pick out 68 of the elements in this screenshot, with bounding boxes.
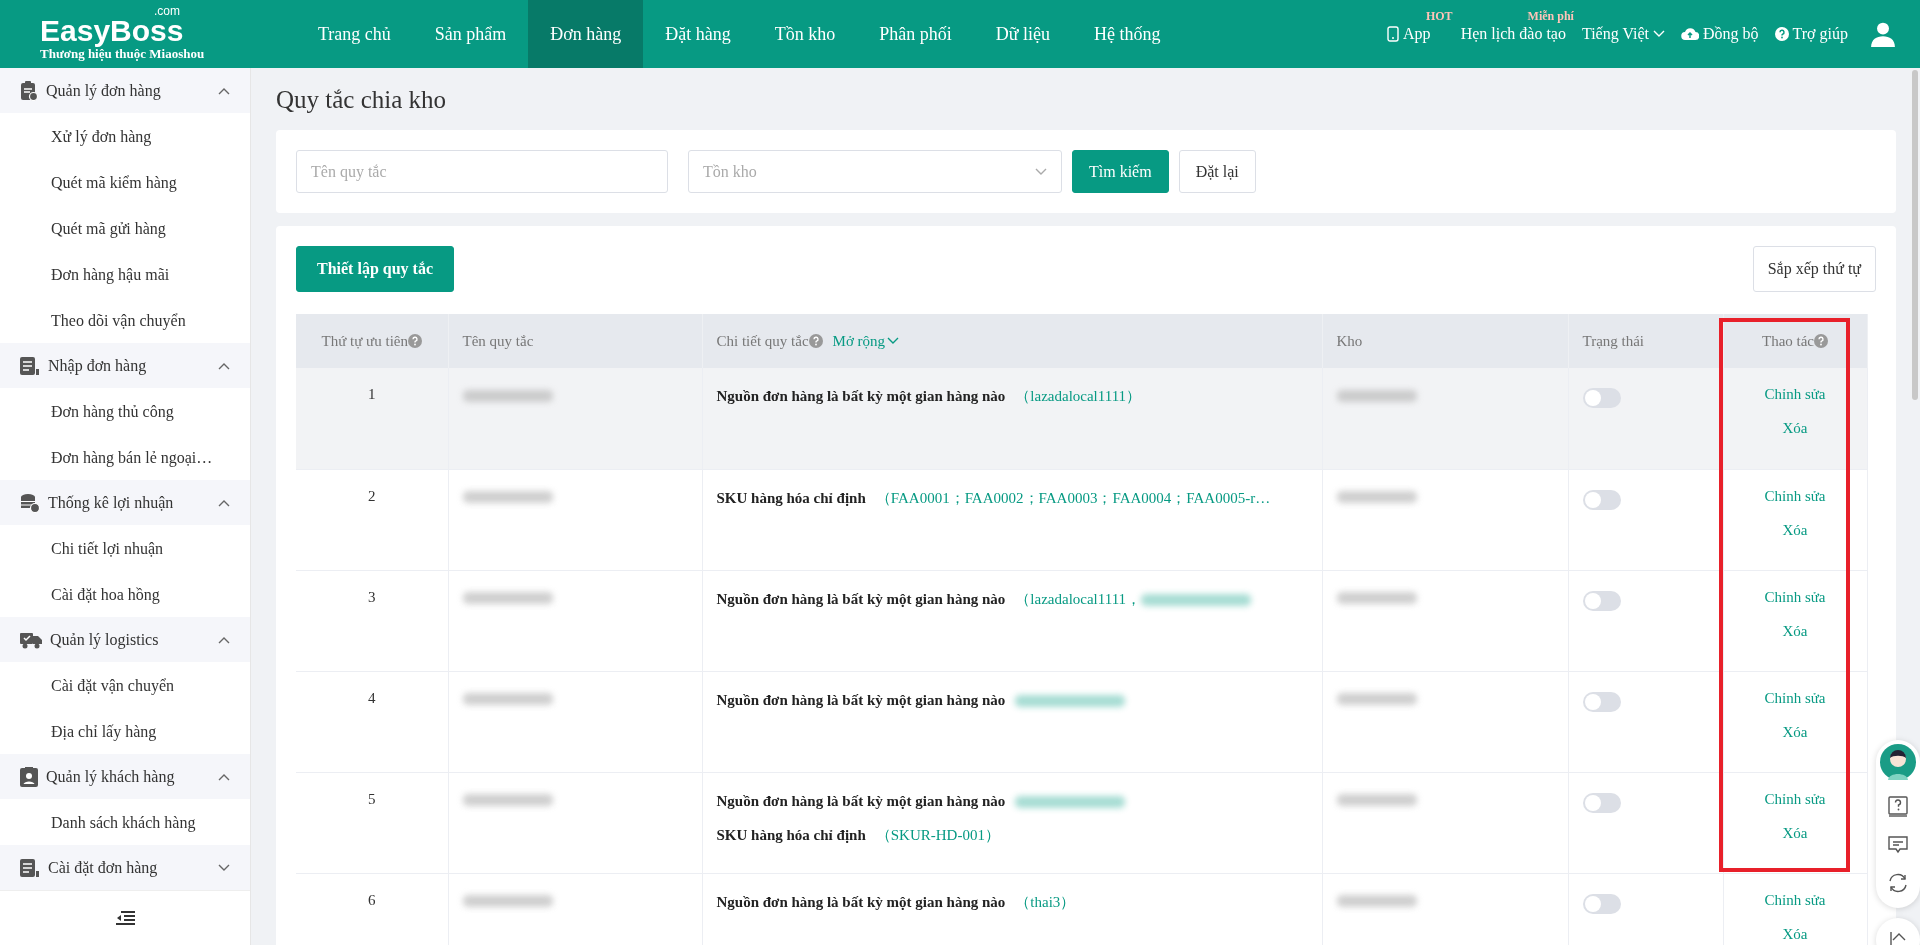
action-link[interactable]: Chỉnh sửa — [1764, 689, 1826, 707]
logo-suffix: .com — [154, 6, 180, 17]
nav-tab[interactable]: Dữ liệu — [973, 0, 1073, 68]
rule-condition: Nguồn đơn hàng là bất kỳ một gian hàng nào — [716, 792, 1006, 809]
column-header: Chi tiết quy tắc — [716, 332, 809, 350]
sidebar-group[interactable]: Quản lý logistics — [0, 617, 250, 662]
rule-name-field[interactable]: Tên quy tắc — [296, 150, 668, 193]
rule-condition: Nguồn đơn hàng là bất kỳ một gian hàng nào — [716, 388, 1006, 404]
rule-condition: Nguồn đơn hàng là bất kỳ một gian hàng nào — [716, 590, 1006, 607]
expand-link[interactable]: Mở rộng — [832, 332, 900, 350]
logo[interactable]: EasyBoss — [40, 17, 184, 45]
sort-order-button[interactable]: Sắp xếp thứ tự — [1752, 246, 1876, 292]
nav-tab[interactable]: Sản phẩm — [412, 0, 529, 68]
training-link[interactable]: Hẹn lịch đào tạo — [1460, 25, 1566, 43]
rule-condition: SKU hàng hóa chỉ định — [716, 826, 866, 843]
priority-cell: 3 — [368, 588, 376, 605]
priority-cell: 5 — [368, 790, 376, 807]
action-link[interactable]: Chỉnh sửa — [1764, 891, 1826, 909]
action-link[interactable]: Xóa — [1782, 420, 1808, 437]
nav-tab[interactable]: Đơn hàng — [528, 0, 644, 68]
column-header: Tên quy tắc — [462, 332, 534, 350]
sidebar-group[interactable]: Cài đặt đơn hàng — [0, 845, 250, 890]
action-link[interactable]: Xóa — [1782, 622, 1808, 640]
action-link[interactable]: Chỉnh sửa — [1764, 487, 1826, 505]
rule-value: （FAA0001；FAA0002；FAA0003；FAA0004；FAA0005-r… — [875, 489, 1271, 506]
free-label: Miễn phí — [1527, 10, 1574, 22]
column-header: Thao tác — [1761, 332, 1815, 350]
sidebar-group[interactable]: Quản lý đơn hàng — [0, 68, 250, 113]
tagline: Thương hiệu thuộc Miaoshou — [40, 46, 206, 62]
sidebar-group[interactable]: Quản lý khách hàng — [0, 754, 250, 799]
hot-label: HOT — [1425, 10, 1453, 22]
page-title: Quy tắc chia kho — [276, 86, 448, 114]
rule-value: （lazadalocal1111） — [1015, 388, 1142, 404]
nav-tab[interactable]: Phân phối — [857, 0, 974, 68]
column-header: Kho — [1336, 332, 1363, 350]
nav-tab[interactable]: Hệ thống — [1072, 0, 1183, 68]
reset-button[interactable]: Đặt lại — [1178, 150, 1256, 193]
nav-tab[interactable]: Tồn kho — [752, 0, 858, 68]
action-link[interactable]: Xóa — [1782, 521, 1808, 539]
column-header: Trạng thái — [1582, 332, 1645, 350]
sidebar-group[interactable]: Thống kê lợi nhuận — [0, 480, 250, 525]
create-rule-button[interactable]: Thiết lập quy tắc — [296, 246, 454, 292]
language-select[interactable]: Tiếng Việt — [1581, 25, 1665, 43]
column-header: Thứ tự ưu tiên — [321, 332, 408, 350]
nav-tab[interactable]: Đặt hàng — [643, 0, 753, 68]
help-button[interactable]: Trợ giúp — [1774, 25, 1848, 43]
action-link[interactable]: Xóa — [1782, 925, 1808, 943]
action-link[interactable]: Xóa — [1782, 723, 1808, 741]
action-link[interactable]: Chỉnh sửa — [1764, 386, 1826, 403]
action-link[interactable]: Chỉnh sửa — [1764, 588, 1826, 606]
rule-condition: Nguồn đơn hàng là bất kỳ một gian hàng nào — [716, 893, 1006, 910]
priority-cell: 6 — [368, 891, 376, 908]
search-button[interactable]: Tìm kiếm — [1072, 150, 1169, 193]
rule-value: （SKUR-HD-001） — [875, 826, 1000, 843]
rule-condition: Nguồn đơn hàng là bất kỳ một gian hàng nào — [716, 691, 1006, 708]
warehouse-select[interactable]: Tồn kho — [688, 150, 1062, 193]
priority-cell: 4 — [368, 689, 376, 706]
sync-button[interactable]: Đồng bộ — [1681, 25, 1759, 43]
rule-value: （lazadalocal1111， — [1015, 590, 1142, 607]
action-link[interactable]: Chỉnh sửa — [1764, 790, 1826, 808]
priority-cell: 2 — [368, 487, 376, 504]
app-button[interactable]: App — [1387, 25, 1431, 43]
priority-cell: 1 — [368, 386, 376, 402]
nav-tab[interactable]: Trang chủ — [296, 0, 413, 68]
rule-value: （thai3） — [1015, 893, 1076, 910]
action-link[interactable]: Xóa — [1782, 824, 1808, 842]
sidebar-group[interactable]: Nhập đơn hàng — [0, 343, 250, 388]
rule-condition: SKU hàng hóa chỉ định — [716, 489, 866, 506]
